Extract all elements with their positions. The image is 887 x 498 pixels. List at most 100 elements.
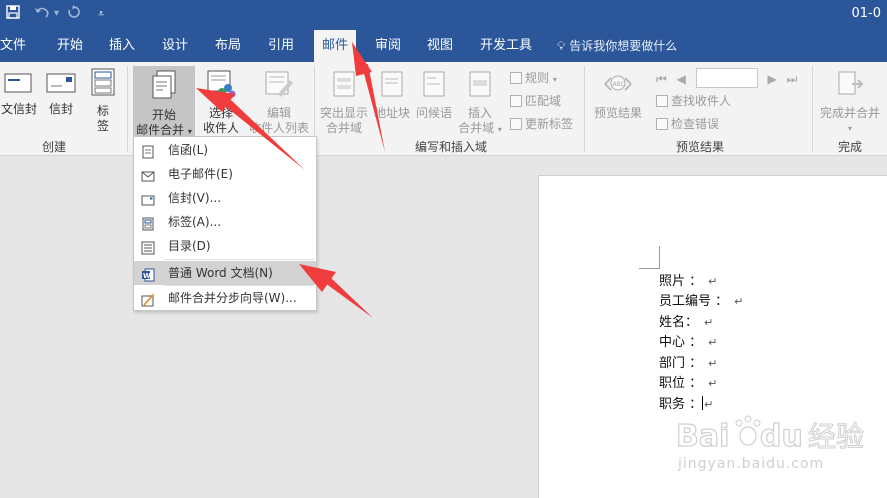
labels-icon (141, 215, 155, 231)
address-block-button[interactable]: 地址块 (372, 70, 412, 121)
directory-icon (141, 239, 155, 255)
window-title: 01-0 (851, 6, 881, 21)
svg-text:ABC: ABC (613, 81, 625, 88)
preview-results-button[interactable]: ABC 预览结果 (590, 70, 646, 121)
edit-recipient-list-label-top: 编辑 (266, 106, 291, 120)
find-recipient-label: 查找收件人 (671, 94, 732, 108)
envelopes-button[interactable]: 信封 (44, 72, 78, 117)
tab-view[interactable]: 视图 (427, 30, 453, 62)
margin-corner-mark (639, 268, 660, 269)
tab-layout[interactable]: 布局 (215, 30, 241, 62)
last-record-icon[interactable]: ⏭ (787, 72, 798, 86)
tab-developer[interactable]: 开发工具 (480, 30, 532, 62)
greeting-line-button[interactable]: 问候语 (414, 70, 454, 121)
customize-qat-icon[interactable]: ⩡ (98, 4, 104, 24)
edit-recipient-list-label-bottom: 收件人列表 (248, 121, 309, 135)
labels-button[interactable]: 标 签 (86, 68, 120, 134)
address-block-label: 地址块 (373, 106, 410, 120)
insert-merge-field-icon (456, 70, 504, 102)
tab-insert[interactable]: 插入 (109, 30, 135, 62)
edit-recipient-list-icon (246, 70, 312, 102)
save-icon[interactable] (6, 4, 20, 24)
doc-line-department[interactable]: 部门 ： ↵ (659, 354, 717, 374)
select-recipients-label-top: 选择 (208, 106, 233, 120)
rules-label: 规则 (525, 71, 550, 85)
tab-review[interactable]: 审阅 (375, 30, 401, 62)
first-record-icon[interactable]: ⏮ (656, 72, 667, 86)
highlight-merge-fields-button[interactable]: 突出显示 合并域 (318, 70, 370, 136)
undo-icon[interactable] (33, 4, 51, 24)
tell-me-box[interactable]: 💡︎ 告诉我你想要做什么 (557, 30, 677, 62)
update-labels-label: 更新标签 (525, 117, 574, 131)
doc-line-text: 职务 ： (659, 397, 703, 412)
email-icon (141, 167, 155, 182)
paragraph-mark: ↵ (734, 295, 744, 308)
menu-item-labels[interactable]: 标签(A)... (134, 210, 316, 234)
doc-line-center[interactable]: 中心 ： ↵ (659, 333, 717, 353)
start-mail-merge-icon (133, 70, 195, 104)
menu-item-normal-word-document[interactable]: W 普通 Word 文档(N) (134, 261, 316, 285)
labels-icon (86, 68, 120, 100)
paragraph-mark: ↵ (704, 398, 714, 411)
highlight-label-bottom: 合并域 (325, 121, 362, 135)
check-errors-label: 检查错误 (671, 117, 720, 131)
menu-item-label: 邮件合并分步向导(W)... (168, 291, 297, 305)
menu-item-directory[interactable]: 目录(D) (134, 234, 316, 258)
menu-item-envelopes[interactable]: 信封(V)... (134, 186, 316, 210)
menu-item-label: 电子邮件(E) (168, 167, 233, 181)
edit-recipient-list-button[interactable]: 编辑 收件人列表 (246, 70, 312, 136)
chinese-envelope-button[interactable]: 文信封 (0, 72, 38, 117)
undo-dropdown-icon[interactable]: ▾ (54, 4, 59, 24)
tab-design[interactable]: 设计 (162, 30, 188, 62)
next-record-icon[interactable]: ▶ (768, 72, 777, 86)
check-errors-button[interactable]: 检查错误 (656, 116, 719, 132)
menu-item-email[interactable]: 电子邮件(E) (134, 162, 316, 186)
menu-separator (164, 259, 314, 260)
check-errors-icon (656, 118, 668, 130)
record-number-input[interactable] (695, 68, 758, 88)
insert-merge-field-button[interactable]: 插入 合并域 ▾ (456, 70, 504, 137)
tab-references[interactable]: 引用 (268, 30, 294, 62)
update-labels-icon (510, 118, 522, 130)
tab-file[interactable]: 文件 (0, 30, 26, 62)
paragraph-mark: ↵ (708, 377, 718, 390)
doc-line-photo[interactable]: 照片 ： ↵ (659, 272, 717, 292)
doc-line-name[interactable]: 姓名： ↵ (659, 313, 713, 333)
update-labels-button[interactable]: 更新标签 (510, 116, 573, 132)
envelope-icon (44, 72, 78, 98)
baidu-watermark: Bai du 经验 jingyan.baidu.com (675, 412, 881, 492)
margin-corner-mark (659, 246, 660, 268)
doc-line-text: 姓名： (659, 315, 699, 330)
preview-results-icon: ABC (590, 70, 646, 102)
rules-button[interactable]: 规则 ▾ (510, 70, 557, 88)
labels-label-top: 标 (96, 104, 109, 118)
menu-item-letters[interactable]: 信函(L) (134, 138, 316, 162)
word-doc-icon: W (141, 266, 155, 282)
match-fields-icon (510, 95, 522, 107)
match-fields-label: 匹配域 (525, 94, 562, 108)
select-recipients-icon (196, 70, 246, 102)
preview-group-label: 预览结果 (676, 140, 725, 154)
menu-item-wizard[interactable]: 邮件合并分步向导(W)... (134, 286, 316, 310)
paragraph-mark: ↵ (708, 275, 718, 288)
previous-record-icon[interactable]: ◀ (677, 72, 686, 86)
baidu-logo: Bai du 经验 (675, 415, 865, 455)
find-recipient-button[interactable]: 查找收件人 (656, 93, 731, 109)
menu-item-label: 信函(L) (168, 143, 209, 157)
start-mail-merge-button[interactable]: 开始 邮件合并 ▾ (133, 66, 195, 138)
doc-line-position[interactable]: 职位 ： ↵ (659, 374, 717, 394)
tab-mailings[interactable]: 邮件 (314, 30, 357, 62)
select-recipients-button[interactable]: 选择 收件人 (196, 70, 246, 136)
baidu-logo-text: du (760, 419, 803, 454)
tab-home[interactable]: 开始 (57, 30, 83, 62)
redo-icon[interactable] (67, 4, 81, 24)
finish-merge-button[interactable]: 完成并合并 ▾ (816, 70, 884, 136)
svg-text:W: W (143, 272, 151, 280)
group-separator (812, 66, 813, 152)
doc-line-employee-id[interactable]: 员工编号 ： ↵ (659, 292, 743, 312)
match-fields-button[interactable]: 匹配域 (510, 93, 561, 109)
finish-group-label: 完成 (838, 140, 863, 154)
labels-label-bottom: 签 (96, 119, 109, 133)
finish-merge-label: 完成并合并 (819, 106, 880, 120)
paragraph-mark: ↵ (708, 357, 718, 370)
